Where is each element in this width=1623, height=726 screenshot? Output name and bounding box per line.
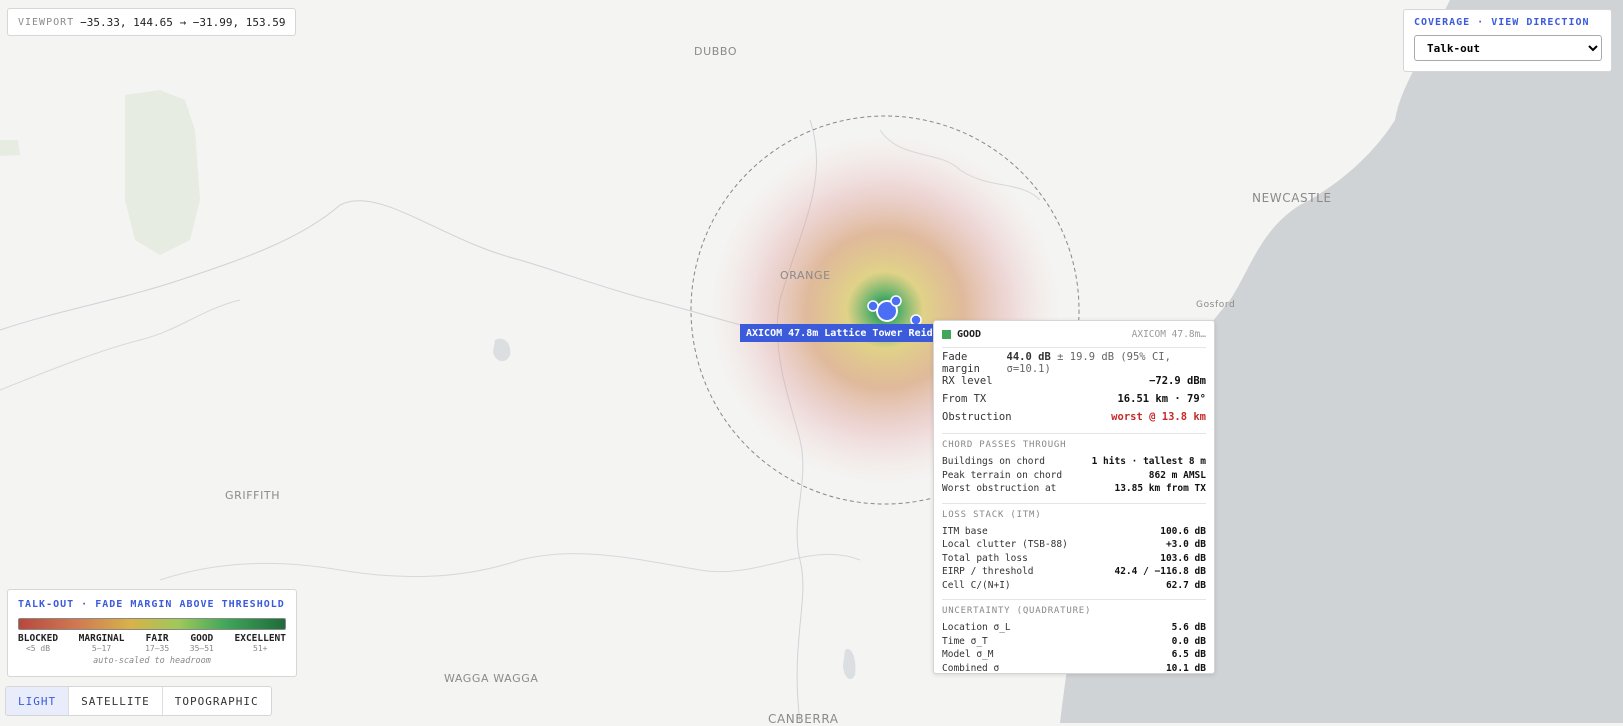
status-swatch (942, 330, 951, 339)
detail-row: Location σ_L 5.6 dB (942, 621, 1206, 635)
section-title: CHORD PASSES THROUGH (942, 440, 1067, 450)
fade-margin-row: Fade margin 44.0 dB ± 19.9 dB (95% CI, σ… (942, 351, 1206, 375)
row-label: Time σ_T (942, 635, 988, 647)
row-value: −72.9 dBm (1149, 375, 1206, 387)
row-label: RX level (942, 375, 993, 387)
detail-row: Buildings on chord 1 hits · tallest 8 m (942, 455, 1206, 469)
row-value: 100.6 dB (1160, 525, 1206, 537)
site-marker (867, 300, 879, 312)
status-badge: GOOD (942, 329, 981, 340)
status-label: GOOD (957, 329, 982, 340)
obstruction-row: Obstruction worst @ 13.8 km (942, 408, 1206, 426)
detail-row: Total path loss 103.6 dB (942, 552, 1206, 566)
row-label: ITM base (942, 525, 988, 537)
legend-category-range: 5–17 (91, 644, 112, 653)
detail-row: ITM base 100.6 dB (942, 525, 1206, 539)
city-label: Gosford (1196, 300, 1236, 310)
legend-category-name: BLOCKED (18, 633, 59, 644)
city-label: CANBERRA (768, 712, 839, 726)
legend-color-bar (18, 618, 286, 630)
viewport-label: VIEWPORT (18, 16, 75, 28)
city-label: WAGGA WAGGA (444, 672, 539, 685)
legend-category: MARGINAL 5–17 (79, 633, 125, 653)
park (0, 140, 20, 156)
detail-row: Peak terrain on chord 862 m AMSL (942, 469, 1206, 483)
legend-category-name: MARGINAL (78, 633, 125, 644)
row-value: 6.5 dB (1171, 649, 1206, 661)
row-label: Combined σ (942, 662, 1000, 674)
legend-category: EXCELLENT 51+ (235, 633, 286, 653)
detail-row: Worst obstruction at 13.85 km from TX (942, 482, 1206, 496)
detail-row: EIRP / threshold 42.4 / −116.8 dB (942, 565, 1206, 579)
legend-category: BLOCKED <5 dB (18, 633, 58, 653)
section-title: UNCERTAINTY (QUADRATURE) (942, 606, 1092, 616)
site-name-tag[interactable]: AXICOM 47.8m Lattice Tower Reid Pa (740, 324, 935, 342)
row-value: 10.1 dB (1165, 662, 1206, 674)
detail-row: Combined σ 10.1 dB (942, 662, 1206, 676)
row-value: 1 hits · tallest 8 m (1091, 456, 1206, 468)
view-direction-select[interactable]: Talk-out (1414, 35, 1602, 61)
fade-margin-value: 44.0 dB (1006, 351, 1051, 363)
row-label: Location σ_L (942, 622, 1011, 634)
row-label: Obstruction (942, 411, 1012, 423)
viewport-readout: VIEWPORT −35.33, 144.65 → −31.99, 153.59 (7, 8, 297, 36)
legend-category-range: 51+ (253, 644, 268, 653)
city-label: DUBBO (694, 45, 738, 58)
coverage-title: COVERAGE · VIEW DIRECTION (1414, 17, 1590, 28)
row-label: Total path loss (942, 552, 1028, 564)
row-value: worst @ 13.8 km (1111, 411, 1206, 423)
row-value: 103.6 dB (1160, 552, 1206, 564)
legend-category-name: EXCELLENT (234, 633, 286, 644)
row-value: 13.85 km from TX (1114, 483, 1206, 495)
basemap-satellite-button[interactable]: SATELLITE (69, 687, 163, 715)
section-title: LOSS STACK (ITM) (942, 509, 1042, 520)
row-label: Buildings on chord (942, 456, 1045, 468)
row-value: 42.4 / −116.8 dB (1114, 566, 1206, 578)
coverage-panel: COVERAGE · VIEW DIRECTION Talk-out (1403, 9, 1612, 72)
row-label: Local clutter (TSB-88) (942, 539, 1068, 551)
detail-row: Time σ_T 0.0 dB (942, 635, 1206, 649)
legend-category-range: <5 dB (25, 644, 51, 653)
row-label: Cell C/(N+I) (942, 579, 1011, 591)
legend-category-range: 17–35 (145, 644, 170, 653)
row-value: 62.7 dB (1165, 579, 1206, 591)
row-value: 0.0 dB (1171, 635, 1206, 647)
site-marker (890, 295, 902, 307)
detail-row: Cell C/(N+I) 62.7 dB (942, 579, 1206, 593)
legend-note: auto-scaled to headroom (93, 656, 211, 666)
row-label: Peak terrain on chord (942, 469, 1063, 481)
basemap-switcher: LIGHT SATELLITE TOPOGRAPHIC (5, 686, 272, 716)
row-value: 16.51 km · 79° (1117, 393, 1206, 405)
row-label: EIRP / threshold (942, 566, 1034, 578)
basemap-topographic-button[interactable]: TOPOGRAPHIC (163, 687, 271, 715)
row-label: Fade margin (942, 351, 980, 375)
city-label: NEWCASTLE (1252, 191, 1332, 205)
location-popup: GOOD AXICOM 47.8m… Fade margin 44.0 dB ±… (933, 320, 1215, 674)
city-label: GRIFFITH (225, 489, 281, 502)
row-value: +3.0 dB (1165, 539, 1206, 551)
row-label: From TX (942, 393, 987, 405)
legend-category-range: 35–51 (189, 644, 214, 653)
row-value: 862 m AMSL (1148, 469, 1206, 481)
basemap-light-button[interactable]: LIGHT (6, 687, 70, 715)
legend-title: TALK-OUT · FADE MARGIN ABOVE THRESHOLD (18, 599, 285, 610)
row-label: Model σ_M (942, 649, 994, 661)
from-tx-row: From TX 16.51 km · 79° (942, 390, 1206, 408)
viewport-bounds: −35.33, 144.65 → −31.99, 153.59 (80, 15, 286, 29)
detail-row: Model σ_M 6.5 dB (942, 648, 1206, 662)
park (125, 90, 200, 255)
row-value: 5.6 dB (1171, 622, 1206, 634)
popup-site-name: AXICOM 47.8m… (1131, 329, 1206, 340)
city-label: ORANGE (780, 269, 831, 282)
legend-category: GOOD 35–51 (190, 633, 214, 653)
detail-row: Local clutter (TSB-88) +3.0 dB (942, 538, 1206, 552)
row-label: Worst obstruction at (942, 483, 1057, 495)
legend-category: FAIR 17–35 (145, 633, 169, 653)
fade-margin-legend: TALK-OUT · FADE MARGIN ABOVE THRESHOLD B… (7, 589, 297, 677)
legend-category-name: FAIR (145, 633, 169, 644)
legend-category-name: GOOD (190, 633, 214, 644)
